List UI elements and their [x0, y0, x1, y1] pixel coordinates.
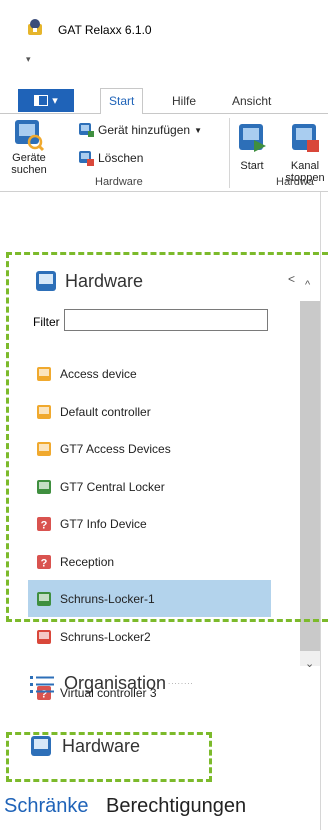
geraet-hinzufuegen-button[interactable]: Gerät hinzufügen ▼: [78, 122, 202, 138]
search-device-icon: [15, 120, 45, 152]
svg-text:?: ?: [41, 557, 48, 569]
kanal-stoppen-button[interactable]: Kanal stoppen: [280, 122, 328, 184]
collapse-panel-button[interactable]: <: [288, 272, 295, 286]
add-device-icon: [79, 123, 94, 137]
device-green-icon: [37, 591, 51, 606]
list-icon: [30, 675, 54, 693]
hardware-panel: Hardware < Filter ^ ⌄ Access device Defau…: [10, 255, 320, 735]
tab-ansicht[interactable]: Ansicht: [232, 94, 271, 108]
list-item[interactable]: ? Reception: [28, 543, 271, 580]
quick-access-toolbar-dropdown[interactable]: ▾: [26, 54, 31, 65]
list-item-label: Reception: [60, 554, 115, 569]
list-item-label: GT7 Info Device: [60, 516, 147, 531]
hardware-icon: [36, 271, 56, 291]
tab-berechtigungen[interactable]: Berechtigungen: [106, 795, 246, 818]
file-menu-chevron: ▾: [52, 95, 58, 107]
device-orange-icon: [37, 366, 51, 381]
list-item-label: Access device: [60, 366, 137, 381]
ribbon-group-separator: [229, 118, 230, 188]
list-item-label: Default controller: [60, 404, 151, 419]
device-orange-icon: [37, 441, 51, 456]
title-bar: GAT Relaxx 6.1.0 ▾: [0, 0, 328, 64]
scrollbar-thumb[interactable]: [300, 301, 320, 651]
list-item-label: Schruns-Locker2: [60, 629, 151, 644]
tab-start[interactable]: Start: [100, 88, 144, 115]
list-item[interactable]: GT7 Access Devices: [28, 430, 271, 467]
chevron-down-icon: ▼: [194, 125, 202, 135]
scroll-up-button[interactable]: ^: [305, 279, 310, 291]
nav-organisation[interactable]: Organisation: [30, 673, 166, 694]
app-logo-icon: [28, 19, 42, 35]
scrollbar-track[interactable]: [300, 301, 320, 666]
ribbon-group-hardware-label-2: Hardwa: [276, 176, 314, 188]
list-item[interactable]: Default controller: [28, 393, 271, 430]
nav-hardware[interactable]: Hardware: [30, 735, 140, 757]
panel-divider: [320, 192, 321, 830]
list-item-label: GT7 Central Locker: [60, 479, 165, 494]
list-item[interactable]: GT7 Central Locker: [28, 468, 271, 505]
splitter-grip[interactable]: ........: [168, 677, 194, 686]
scroll-down-button[interactable]: ⌄: [305, 657, 314, 670]
list-item[interactable]: Access device: [28, 355, 271, 392]
device-unknown-icon: ?: [37, 516, 51, 531]
list-item[interactable]: ? GT7 Info Device: [28, 505, 271, 542]
filter-label: Filter: [33, 315, 60, 329]
tab-schraenke[interactable]: Schränke: [4, 795, 89, 818]
window-title: GAT Relaxx 6.1.0: [58, 23, 152, 37]
list-item-label: Schruns-Locker-1: [60, 591, 155, 606]
panel-layout-icon: [34, 95, 49, 106]
hardware-icon: [31, 736, 51, 756]
stop-channel-icon: [292, 124, 319, 152]
device-red-icon: [37, 629, 51, 644]
bottom-tab-bar: Schränke Berechtigungen: [0, 795, 328, 830]
filter-input[interactable]: [64, 309, 268, 331]
device-green-icon: [37, 479, 51, 494]
nav-hardware-label: Hardware: [62, 735, 141, 756]
geraete-suchen-button[interactable]: Geräte suchen: [4, 118, 54, 176]
device-unknown-icon: ?: [37, 554, 51, 569]
ribbon-group-hardware-label: Hardware: [95, 176, 143, 188]
device-orange-icon: [37, 404, 51, 419]
panel-header: Hardware: [35, 270, 143, 292]
start-button[interactable]: Start: [234, 122, 270, 172]
loeschen-button[interactable]: Löschen: [78, 150, 143, 166]
list-item[interactable]: Schruns-Locker2: [28, 618, 271, 655]
ribbon-tab-bar: ▾ Start Hilfe Ansicht: [0, 88, 328, 115]
loeschen-label: Löschen: [98, 151, 144, 165]
tab-hilfe[interactable]: Hilfe: [172, 94, 196, 108]
delete-device-icon: [79, 151, 94, 166]
start-device-icon: [239, 124, 266, 152]
geraete-suchen-label: Geräte suchen: [11, 152, 47, 176]
svg-text:?: ?: [41, 519, 48, 531]
geraet-hinzufuegen-label: Gerät hinzufügen: [98, 123, 191, 137]
start-label: Start: [240, 160, 264, 172]
file-menu-button[interactable]: ▾: [18, 89, 74, 112]
list-item[interactable]: Schruns-Locker-1: [28, 580, 271, 617]
ribbon: Geräte suchen Gerät hinzufügen ▼ Löschen…: [0, 114, 328, 192]
nav-organisation-label: Organisation: [64, 673, 167, 693]
panel-title: Hardware: [65, 270, 144, 291]
list-item-label: GT7 Access Devices: [60, 441, 171, 456]
